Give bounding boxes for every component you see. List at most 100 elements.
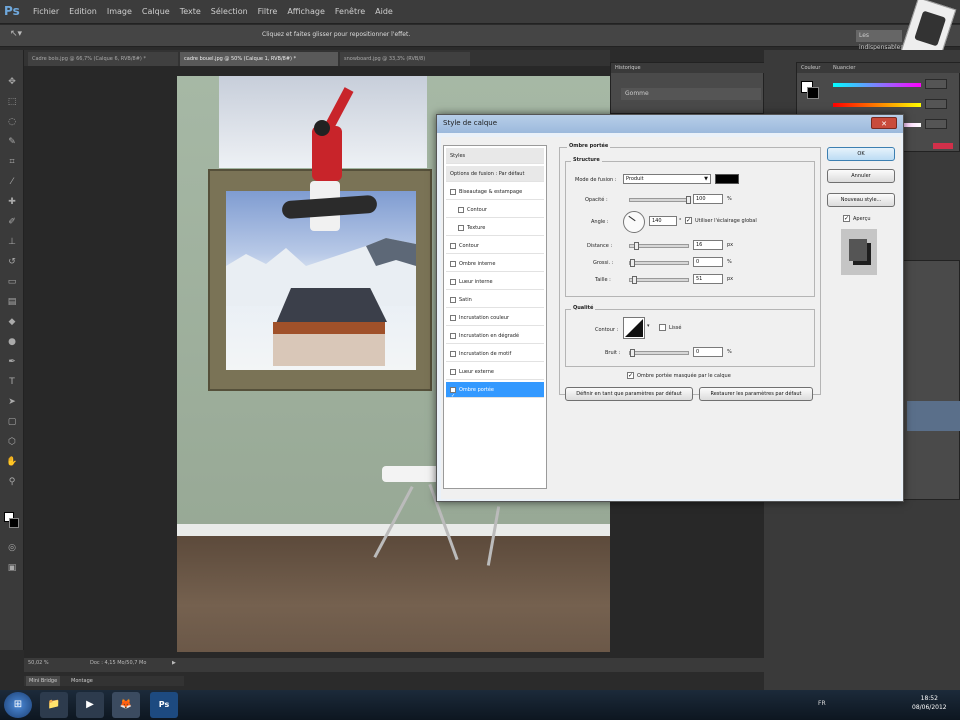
list-item-texture[interactable]: Texture bbox=[446, 220, 544, 236]
3d-icon[interactable]: ⬡ bbox=[5, 436, 19, 448]
history-item[interactable]: Gomme bbox=[621, 88, 761, 100]
start-button-icon[interactable]: ⊞ bbox=[4, 692, 32, 718]
green-field[interactable] bbox=[925, 99, 947, 109]
restore-default-button[interactable]: Restaurer les paramètres par défaut bbox=[699, 387, 813, 401]
list-item-bevel[interactable]: Biseautage & estampage bbox=[446, 184, 544, 200]
eraser-icon[interactable]: ▭ bbox=[5, 276, 19, 288]
shadow-color-swatch[interactable] bbox=[715, 174, 739, 184]
distance-slider[interactable] bbox=[629, 242, 689, 250]
brush-icon[interactable]: ✐ bbox=[5, 216, 19, 228]
list-item-color-overlay[interactable]: Incrustation couleur bbox=[446, 310, 544, 326]
red-slider[interactable] bbox=[833, 83, 921, 87]
menu-selection[interactable]: Sélection bbox=[206, 0, 253, 24]
tab-mini-bridge[interactable]: Mini Bridge bbox=[26, 676, 61, 686]
list-item-styles[interactable]: Styles bbox=[446, 148, 544, 164]
tab-couleur[interactable]: Couleur bbox=[801, 63, 820, 73]
menu-aide[interactable]: Aide bbox=[370, 0, 398, 24]
blur-icon[interactable]: ◆ bbox=[5, 316, 19, 328]
selected-layer[interactable] bbox=[907, 401, 960, 431]
photoshop-taskbar-icon[interactable]: Ps bbox=[150, 692, 178, 718]
slider-knob[interactable] bbox=[630, 349, 635, 357]
ok-button[interactable]: OK bbox=[827, 147, 895, 161]
noise-field[interactable]: 0 bbox=[693, 347, 723, 357]
checkbox[interactable] bbox=[450, 242, 456, 249]
tab-cadre-bouel[interactable]: cadre bouel.jpg @ 50% (Calque 1, RVB/8#)… bbox=[180, 52, 338, 66]
tab-snowboard[interactable]: snowboard.jpg @ 33,3% (RVB/8) bbox=[340, 52, 470, 66]
clock[interactable]: 18:52 08/06/2012 bbox=[912, 694, 947, 712]
menu-fenetre[interactable]: Fenêtre bbox=[330, 0, 370, 24]
zoom-icon[interactable]: ⚲ bbox=[5, 476, 19, 488]
list-item-pattern-overlay[interactable]: Incrustation de motif bbox=[446, 346, 544, 362]
set-default-button[interactable]: Définir en tant que paramètres par défau… bbox=[565, 387, 693, 401]
zoom-level[interactable]: 50,02 % bbox=[28, 660, 49, 666]
shape-icon[interactable]: ▢ bbox=[5, 416, 19, 428]
media-player-icon[interactable]: ▶ bbox=[76, 692, 104, 718]
menu-texte[interactable]: Texte bbox=[175, 0, 206, 24]
checkbox[interactable] bbox=[450, 188, 456, 195]
menu-fichier[interactable]: Fichier bbox=[28, 0, 64, 24]
history-brush-icon[interactable]: ↺ bbox=[5, 256, 19, 268]
screen-mode-icon[interactable]: ▣ bbox=[5, 562, 19, 574]
green-slider[interactable] bbox=[833, 103, 921, 107]
blend-mode-select[interactable]: Produit ▼ bbox=[623, 174, 711, 184]
slider-knob[interactable] bbox=[634, 242, 639, 250]
cancel-button[interactable]: Annuler bbox=[827, 169, 895, 183]
tab-cadre-bois[interactable]: Cadre bois.jpg @ 66,7% (Calque 6, RVB/8#… bbox=[28, 52, 178, 66]
contour-picker[interactable] bbox=[623, 317, 645, 339]
menu-affichage[interactable]: Affichage bbox=[282, 0, 330, 24]
list-item-outer-glow[interactable]: Lueur externe bbox=[446, 364, 544, 380]
path-select-icon[interactable]: ➤ bbox=[5, 396, 19, 408]
stamp-icon[interactable]: ⊥ bbox=[5, 236, 19, 248]
checkbox[interactable] bbox=[450, 350, 456, 357]
checkbox-checked[interactable]: ✓ bbox=[450, 386, 456, 399]
preview-checkbox[interactable]: ✓ bbox=[843, 215, 850, 222]
checkbox[interactable] bbox=[450, 260, 456, 267]
lasso-icon[interactable]: ◌ bbox=[5, 116, 19, 128]
list-item-contour[interactable]: Contour bbox=[446, 238, 544, 254]
background-color-swatch[interactable] bbox=[9, 518, 19, 528]
antialias-checkbox[interactable] bbox=[659, 324, 666, 331]
contour-dropdown-icon[interactable]: ▾ bbox=[647, 323, 653, 333]
menu-calque[interactable]: Calque bbox=[137, 0, 175, 24]
gradient-icon[interactable]: ▤ bbox=[5, 296, 19, 308]
quick-select-icon[interactable]: ✎ bbox=[5, 136, 19, 148]
checkbox[interactable] bbox=[458, 206, 464, 213]
text-icon[interactable]: T bbox=[5, 376, 19, 388]
history-header[interactable]: Historique bbox=[611, 63, 765, 73]
noise-slider[interactable] bbox=[629, 349, 689, 357]
move-icon[interactable]: ✥ bbox=[5, 76, 19, 88]
hand-icon[interactable]: ✋ bbox=[5, 456, 19, 468]
new-style-button[interactable]: Nouveau style... bbox=[827, 193, 895, 207]
list-item-inner-shadow[interactable]: Ombre interne bbox=[446, 256, 544, 272]
checkbox[interactable] bbox=[450, 278, 456, 285]
workspace-selector[interactable]: Les indispensables bbox=[856, 30, 903, 51]
eyedropper-icon[interactable]: ⁄ bbox=[5, 176, 19, 188]
list-item-drop-shadow[interactable]: ✓Ombre portée bbox=[446, 382, 544, 399]
dodge-icon[interactable]: ● bbox=[5, 336, 19, 348]
explorer-icon[interactable]: 📁 bbox=[40, 692, 68, 718]
crop-icon[interactable]: ⌗ bbox=[5, 156, 19, 168]
menu-image[interactable]: Image bbox=[102, 0, 137, 24]
list-item-blending[interactable]: Options de fusion : Par défaut bbox=[446, 166, 544, 182]
slider-knob[interactable] bbox=[632, 276, 637, 284]
language-indicator[interactable]: FR bbox=[818, 700, 826, 707]
list-item-inner-glow[interactable]: Lueur interne bbox=[446, 274, 544, 290]
list-item-contour-sub[interactable]: Contour bbox=[446, 202, 544, 218]
angle-dial-icon[interactable] bbox=[623, 211, 645, 233]
healing-icon[interactable]: ✚ bbox=[5, 196, 19, 208]
tab-montage[interactable]: Montage bbox=[68, 676, 96, 686]
dialog-title-bar[interactable]: Style de calque ✕ bbox=[437, 115, 903, 133]
size-slider[interactable] bbox=[629, 276, 689, 284]
menu-edition[interactable]: Edition bbox=[64, 0, 102, 24]
slider-knob[interactable] bbox=[630, 259, 635, 267]
checkbox[interactable] bbox=[450, 368, 456, 375]
pen-icon[interactable]: ✒ bbox=[5, 356, 19, 368]
status-arrow-icon[interactable]: ▶ bbox=[172, 660, 176, 666]
angle-field[interactable]: 140 bbox=[649, 216, 677, 226]
color-ramp[interactable] bbox=[933, 143, 953, 149]
firefox-icon[interactable]: 🦊 bbox=[112, 692, 140, 718]
size-field[interactable]: 51 bbox=[693, 274, 723, 284]
opacity-field[interactable]: 100 bbox=[693, 194, 723, 204]
quick-mask-icon[interactable]: ◎ bbox=[5, 542, 19, 554]
list-item-satin[interactable]: Satin bbox=[446, 292, 544, 308]
